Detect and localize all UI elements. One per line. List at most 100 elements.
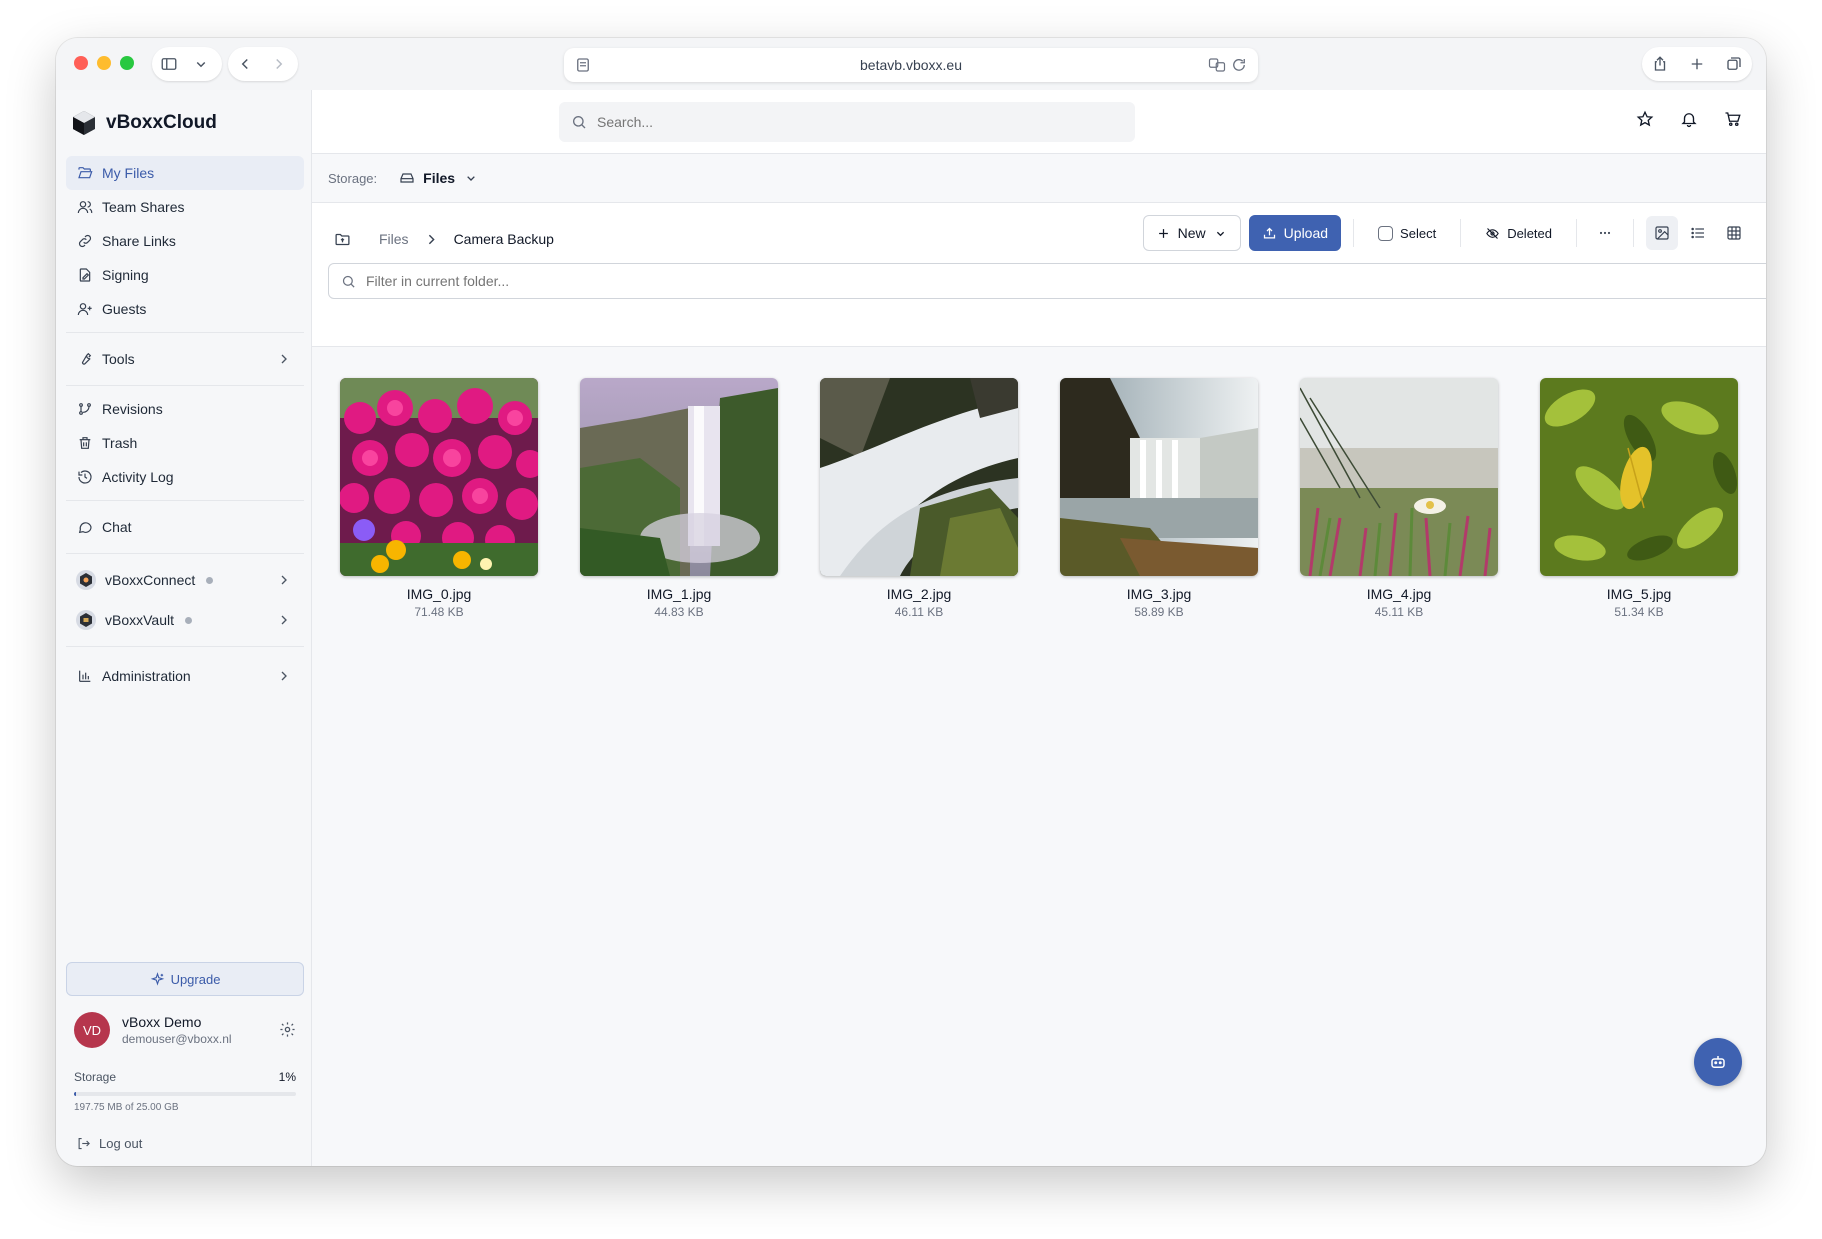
storage-label: Storage [74, 1070, 117, 1084]
sidebar-item-chat[interactable]: Chat [66, 507, 304, 547]
sidebar-menu-button[interactable] [186, 47, 216, 81]
gear-icon[interactable] [279, 1021, 296, 1038]
zoom-window-button[interactable] [120, 56, 134, 70]
close-window-button[interactable] [74, 56, 88, 70]
file-tile[interactable]: IMG_0.jpg 71.48 KB [340, 378, 538, 619]
sidebar-item-tools[interactable]: Tools [66, 339, 304, 379]
translate-icon[interactable] [1208, 56, 1226, 74]
more-options-button[interactable] [1589, 216, 1621, 250]
assistant-button[interactable] [1694, 1038, 1742, 1086]
user-profile[interactable]: VD vBoxx Demo demouser@vboxx.nl [66, 1002, 304, 1058]
file-name: IMG_5.jpg [1606, 586, 1672, 602]
file-tile[interactable]: IMG_3.jpg 58.89 KB [1060, 378, 1258, 619]
favorites-button[interactable] [1636, 110, 1654, 128]
list-view-button[interactable] [1682, 216, 1714, 250]
history-icon [78, 470, 92, 484]
logout-button[interactable]: Log out [66, 1120, 304, 1166]
chevron-down-icon [196, 61, 206, 68]
global-search[interactable] [559, 102, 1135, 142]
sidebar-item-label: Signing [102, 267, 149, 283]
browser-titlebar: betavb.vboxx.eu [56, 38, 1766, 90]
upload-button[interactable]: Upload [1248, 215, 1342, 251]
file-thumbnail[interactable] [1300, 378, 1498, 576]
list-icon [1691, 227, 1704, 239]
user-plus-icon [77, 303, 92, 316]
sidebar-item-team-shares[interactable]: Team Shares [66, 190, 304, 224]
sidebar-item-vboxxvault[interactable]: vBoxxVault [66, 600, 304, 640]
vboxxvault-logo-icon [76, 610, 96, 630]
share-button[interactable] [1643, 47, 1677, 81]
file-thumbnail[interactable] [820, 378, 1018, 576]
storage-caption: Storage: [328, 170, 378, 186]
sidebar-item-activity-log[interactable]: Activity Log [66, 460, 304, 494]
cliff-waterfall-photo-thumbnail [1060, 378, 1258, 576]
sidebar-item-my-files[interactable]: My Files [66, 156, 304, 190]
file-tile[interactable]: IMG_4.jpg 45.11 KB [1300, 378, 1498, 619]
breadcrumb-root[interactable]: Files [379, 231, 409, 247]
sidebar-item-guests[interactable]: Guests [66, 292, 304, 326]
back-button[interactable] [228, 47, 262, 81]
file-thumbnail[interactable] [1540, 378, 1738, 576]
grid-icon [1727, 226, 1741, 240]
wrench-icon [82, 352, 92, 365]
flowers-photo-thumbnail [340, 378, 538, 576]
search-input[interactable] [597, 114, 1097, 130]
grid-view-button[interactable] [1718, 216, 1750, 250]
reload-icon[interactable] [1230, 56, 1248, 74]
upload-icon [1263, 227, 1275, 238]
sidebar-item-vboxxconnect[interactable]: vBoxxConnect [66, 560, 304, 600]
select-checkbox[interactable] [1378, 225, 1394, 241]
sidebar-item-share-links[interactable]: Share Links [66, 224, 304, 258]
folder-upload-icon[interactable] [334, 231, 351, 248]
chevron-right-icon [281, 575, 287, 585]
notifications-button[interactable] [1680, 110, 1698, 128]
file-tile[interactable]: IMG_1.jpg 44.83 KB [580, 378, 778, 619]
brand[interactable]: vBoxxCloud [70, 106, 217, 140]
more-horizontal-icon [1599, 231, 1611, 235]
sidebar-toggle-group [152, 47, 222, 81]
sidebar-toggle-button[interactable] [152, 47, 186, 81]
url-text: betavb.vboxx.eu [860, 57, 962, 73]
address-bar[interactable]: betavb.vboxx.eu [564, 48, 1258, 82]
deleted-label: Deleted [1507, 225, 1552, 241]
upgrade-button[interactable]: Upgrade [66, 962, 304, 996]
select-toggle[interactable]: Select [1366, 215, 1449, 251]
cart-button[interactable] [1724, 110, 1742, 128]
sidebar-item-label: Guests [102, 301, 147, 317]
filter-input[interactable] [366, 273, 1746, 289]
divider [1576, 219, 1577, 247]
file-tile[interactable]: IMG_2.jpg 46.11 KB [820, 378, 1018, 619]
forward-button[interactable] [262, 47, 296, 81]
minimize-window-button[interactable] [97, 56, 111, 70]
folder-open-icon [78, 167, 93, 179]
file-thumbnail[interactable] [1060, 378, 1258, 576]
new-button[interactable]: New [1142, 215, 1241, 251]
sidebar-item-label: Activity Log [102, 469, 174, 485]
file-size: 58.89 KB [1134, 605, 1184, 619]
sidebar-item-label: vBoxxVault [105, 612, 174, 628]
sidebar-item-administration[interactable]: Administration [66, 653, 304, 699]
sparkles-icon [150, 971, 164, 986]
sidebar-item-label: Trash [102, 435, 138, 451]
storage-select[interactable]: Files [399, 170, 479, 186]
chevron-down-icon [467, 176, 475, 181]
signature-icon [79, 268, 91, 282]
storage-selector-bar: Storage: Files [312, 154, 1766, 203]
sidebar-item-trash[interactable]: Trash [66, 426, 304, 460]
browser-actions-group [1642, 47, 1752, 81]
app-name: vBoxxCloud [106, 112, 217, 133]
sidebar-item-revisions[interactable]: Revisions [66, 392, 304, 426]
gallery-view-button[interactable] [1646, 216, 1678, 250]
plus-icon [1691, 58, 1703, 70]
file-thumbnail[interactable] [340, 378, 538, 576]
chevron-right-icon [281, 615, 287, 625]
file-thumbnail[interactable] [580, 378, 778, 576]
file-tile[interactable]: IMG_5.jpg 51.34 KB [1540, 378, 1738, 619]
sidebar-item-signing[interactable]: Signing [66, 258, 304, 292]
new-tab-button[interactable] [1680, 47, 1714, 81]
divider [66, 646, 304, 647]
tab-overview-button[interactable] [1717, 47, 1751, 81]
show-deleted-button[interactable]: Deleted [1473, 215, 1564, 251]
sidebar-item-label: Share Links [102, 233, 176, 249]
folder-filter[interactable] [328, 263, 1766, 299]
